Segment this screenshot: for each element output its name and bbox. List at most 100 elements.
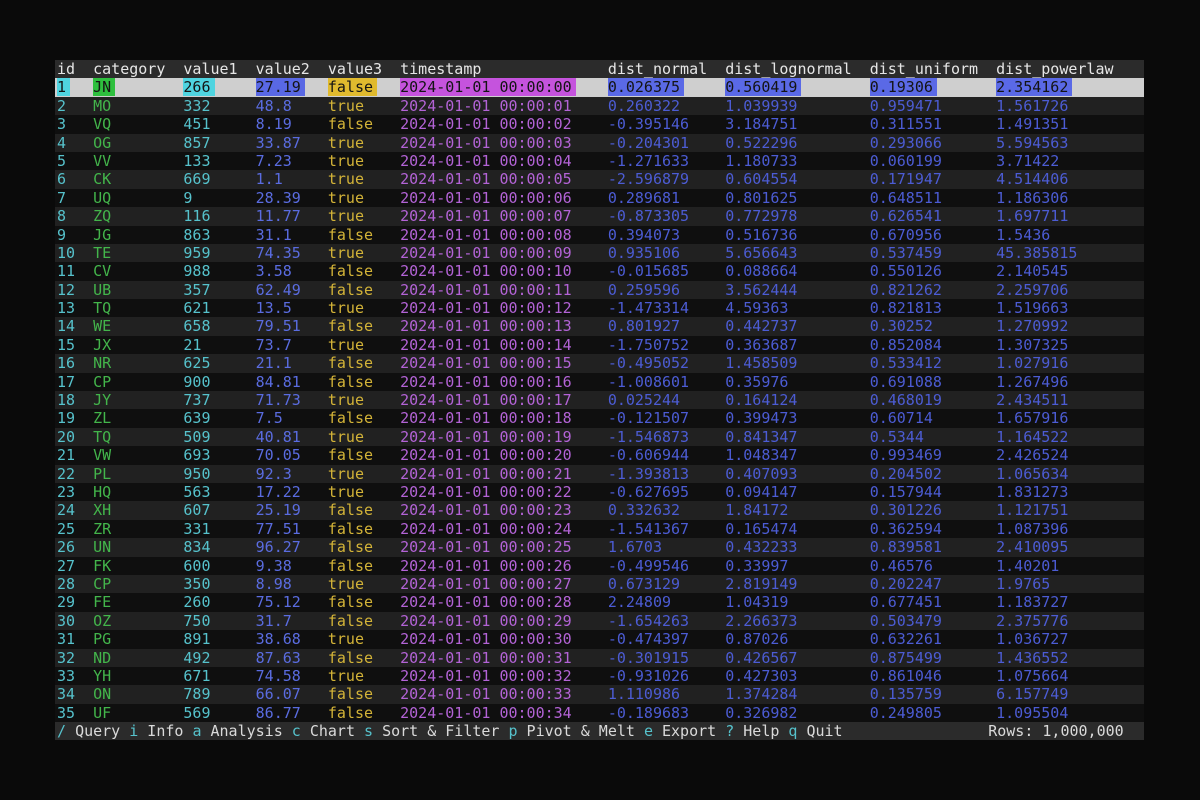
cell-value2: 70.05 [256,446,328,464]
cell-dist_normal: -0.873305 [608,207,725,225]
table-row[interactable]: 17CP90084.81false2024-01-01 00:00:16-1.0… [55,373,1144,391]
cell-dist_normal: -0.499546 [608,557,725,575]
cell-dist_powerlaw: 2.375776 [996,612,1140,630]
table-row[interactable]: 28CP3508.98true2024-01-01 00:00:270.6731… [55,575,1144,593]
cell-dist_lognormal: 1.374284 [725,685,869,703]
table-row[interactable]: 2MO33248.8true2024-01-01 00:00:010.26032… [55,97,1144,115]
column-header-id[interactable]: id [57,60,93,78]
cell-category: CK [93,170,183,188]
table-row[interactable]: 30OZ75031.7false2024-01-01 00:00:29-1.65… [55,612,1144,630]
table-row[interactable]: 7UQ928.39true2024-01-01 00:00:060.289681… [55,189,1144,207]
cell-value3: false [328,409,400,427]
cell-value2: 9.38 [256,557,328,575]
table-row[interactable]: 29FE26075.12false2024-01-01 00:00:282.24… [55,593,1144,611]
cell-value1: 133 [183,152,255,170]
table-row[interactable]: 25ZR33177.51false2024-01-01 00:00:24-1.5… [55,520,1144,538]
table-row[interactable]: 4OG85733.87true2024-01-01 00:00:03-0.204… [55,134,1144,152]
table-row[interactable]: 33YH67174.58true2024-01-01 00:00:32-0.93… [55,667,1144,685]
cell-id: 11 [57,262,93,280]
cell-dist_powerlaw: 1.183727 [996,593,1140,611]
cell-timestamp: 2024-01-01 00:00:09 [400,244,608,262]
column-header-dist_uniform[interactable]: dist_uniform [870,60,996,78]
cell-value1: 834 [183,538,255,556]
table-row[interactable]: 10TE95974.35true2024-01-01 00:00:090.935… [55,244,1144,262]
table-row[interactable]: 14WE65879.51false2024-01-01 00:00:130.80… [55,317,1144,335]
cell-id: 5 [57,152,93,170]
cell-timestamp: 2024-01-01 00:00:15 [400,354,608,372]
cell-value2: 66.07 [256,685,328,703]
cell-value3: false [328,373,400,391]
menu-item-quit[interactable]: q Quit [788,722,842,740]
column-header-value1[interactable]: value1 [183,60,255,78]
table-row[interactable]: 26UN83496.27false2024-01-01 00:00:251.67… [55,538,1144,556]
cell-category: ZQ [93,207,183,225]
table-row[interactable]: 13TQ62113.5true2024-01-01 00:00:12-1.473… [55,299,1144,317]
column-header-dist_powerlaw[interactable]: dist_powerlaw [996,60,1140,78]
cell-value3: true [328,244,400,262]
cell-dist_normal: -0.395146 [608,115,725,133]
menu-label: Pivot & Melt [527,722,635,740]
cell-value1: 625 [183,354,255,372]
cell-dist_normal: 0.935106 [608,244,725,262]
table-row[interactable]: 1JN26627.19false2024-01-01 00:00:000.026… [55,78,1144,96]
cell-value2: 11.77 [256,207,328,225]
table-row[interactable]: 9JG86331.1false2024-01-01 00:00:080.3940… [55,226,1144,244]
table-row[interactable]: 31PG89138.68true2024-01-01 00:00:30-0.47… [55,630,1144,648]
cell-dist_powerlaw: 1.657916 [996,409,1140,427]
table-header: idcategoryvalue1value2value3timestampdis… [55,60,1144,78]
cell-dist_powerlaw: 1.519663 [996,299,1140,317]
cell-value2: 74.35 [256,244,328,262]
menu-item-help[interactable]: ? Help [725,722,779,740]
menu-item-info[interactable]: i Info [129,722,183,740]
cell-value3: true [328,630,400,648]
cell-dist_lognormal: 0.841347 [725,428,869,446]
menu-key: ? [725,722,734,740]
column-header-dist_lognormal[interactable]: dist_lognormal [725,60,869,78]
menu-item-export[interactable]: e Export [644,722,716,740]
column-header-value3[interactable]: value3 [328,60,400,78]
table-row[interactable]: 16NR62521.1false2024-01-01 00:00:15-0.49… [55,354,1144,372]
column-header-dist_normal[interactable]: dist_normal [608,60,725,78]
column-header-value2[interactable]: value2 [256,60,328,78]
table-row[interactable]: 19ZL6397.5false2024-01-01 00:00:18-0.121… [55,409,1144,427]
table-row[interactable]: 8ZQ11611.77true2024-01-01 00:00:07-0.873… [55,207,1144,225]
column-header-timestamp[interactable]: timestamp [400,60,608,78]
menu-item-sort-filter[interactable]: s Sort & Filter [364,722,499,740]
table-row[interactable]: 6CK6691.1true2024-01-01 00:00:05-2.59687… [55,170,1144,188]
cell-timestamp: 2024-01-01 00:00:23 [400,501,608,519]
menu-item-pivot-melt[interactable]: p Pivot & Melt [508,722,634,740]
cell-id: 24 [57,501,93,519]
menu-item-analysis[interactable]: a Analysis [192,722,282,740]
cell-dist_normal: -0.474397 [608,630,725,648]
table-row[interactable]: 21VW69370.05false2024-01-01 00:00:20-0.6… [55,446,1144,464]
table-row[interactable]: 15JX2173.7true2024-01-01 00:00:14-1.7507… [55,336,1144,354]
table-row[interactable]: 35UF56986.77false2024-01-01 00:00:34-0.1… [55,704,1144,722]
cell-dist_lognormal: 1.039939 [725,97,869,115]
table-row[interactable]: 27FK6009.38false2024-01-01 00:00:26-0.49… [55,557,1144,575]
cell-dist_powerlaw: 1.267496 [996,373,1140,391]
table-row[interactable]: 22PL95092.3true2024-01-01 00:00:21-1.393… [55,465,1144,483]
cell-category: VV [93,152,183,170]
table-row[interactable]: 23HQ56317.22true2024-01-01 00:00:22-0.62… [55,483,1144,501]
table-row[interactable]: 20TQ50940.81true2024-01-01 00:00:19-1.54… [55,428,1144,446]
cell-value2: 17.22 [256,483,328,501]
table-row[interactable]: 5VV1337.23true2024-01-01 00:00:04-1.2716… [55,152,1144,170]
cell-dist_lognormal: 5.656643 [725,244,869,262]
table-row[interactable]: 11CV9883.58false2024-01-01 00:00:10-0.01… [55,262,1144,280]
table-row[interactable]: 3VQ4518.19false2024-01-01 00:00:02-0.395… [55,115,1144,133]
cell-id: 35 [57,704,93,722]
table-row[interactable]: 32ND49287.63false2024-01-01 00:00:31-0.3… [55,649,1144,667]
column-header-category[interactable]: category [93,60,183,78]
table-row[interactable]: 12UB35762.49false2024-01-01 00:00:110.25… [55,281,1144,299]
table-row[interactable]: 24XH60725.19false2024-01-01 00:00:230.33… [55,501,1144,519]
table-row[interactable]: 18JY73771.73true2024-01-01 00:00:170.025… [55,391,1144,409]
cell-value3: true [328,483,400,501]
cell-dist_powerlaw: 1.9765 [996,575,1140,593]
menu-item-chart[interactable]: c Chart [292,722,355,740]
table-row[interactable]: 34ON78966.07false2024-01-01 00:00:331.11… [55,685,1144,703]
menu-item-query[interactable]: / Query [57,722,120,740]
cell-value1: 357 [183,281,255,299]
cell-dist_lognormal: 3.184751 [725,115,869,133]
cell-id: 1 [57,78,93,96]
cell-dist_powerlaw: 1.027916 [996,354,1140,372]
